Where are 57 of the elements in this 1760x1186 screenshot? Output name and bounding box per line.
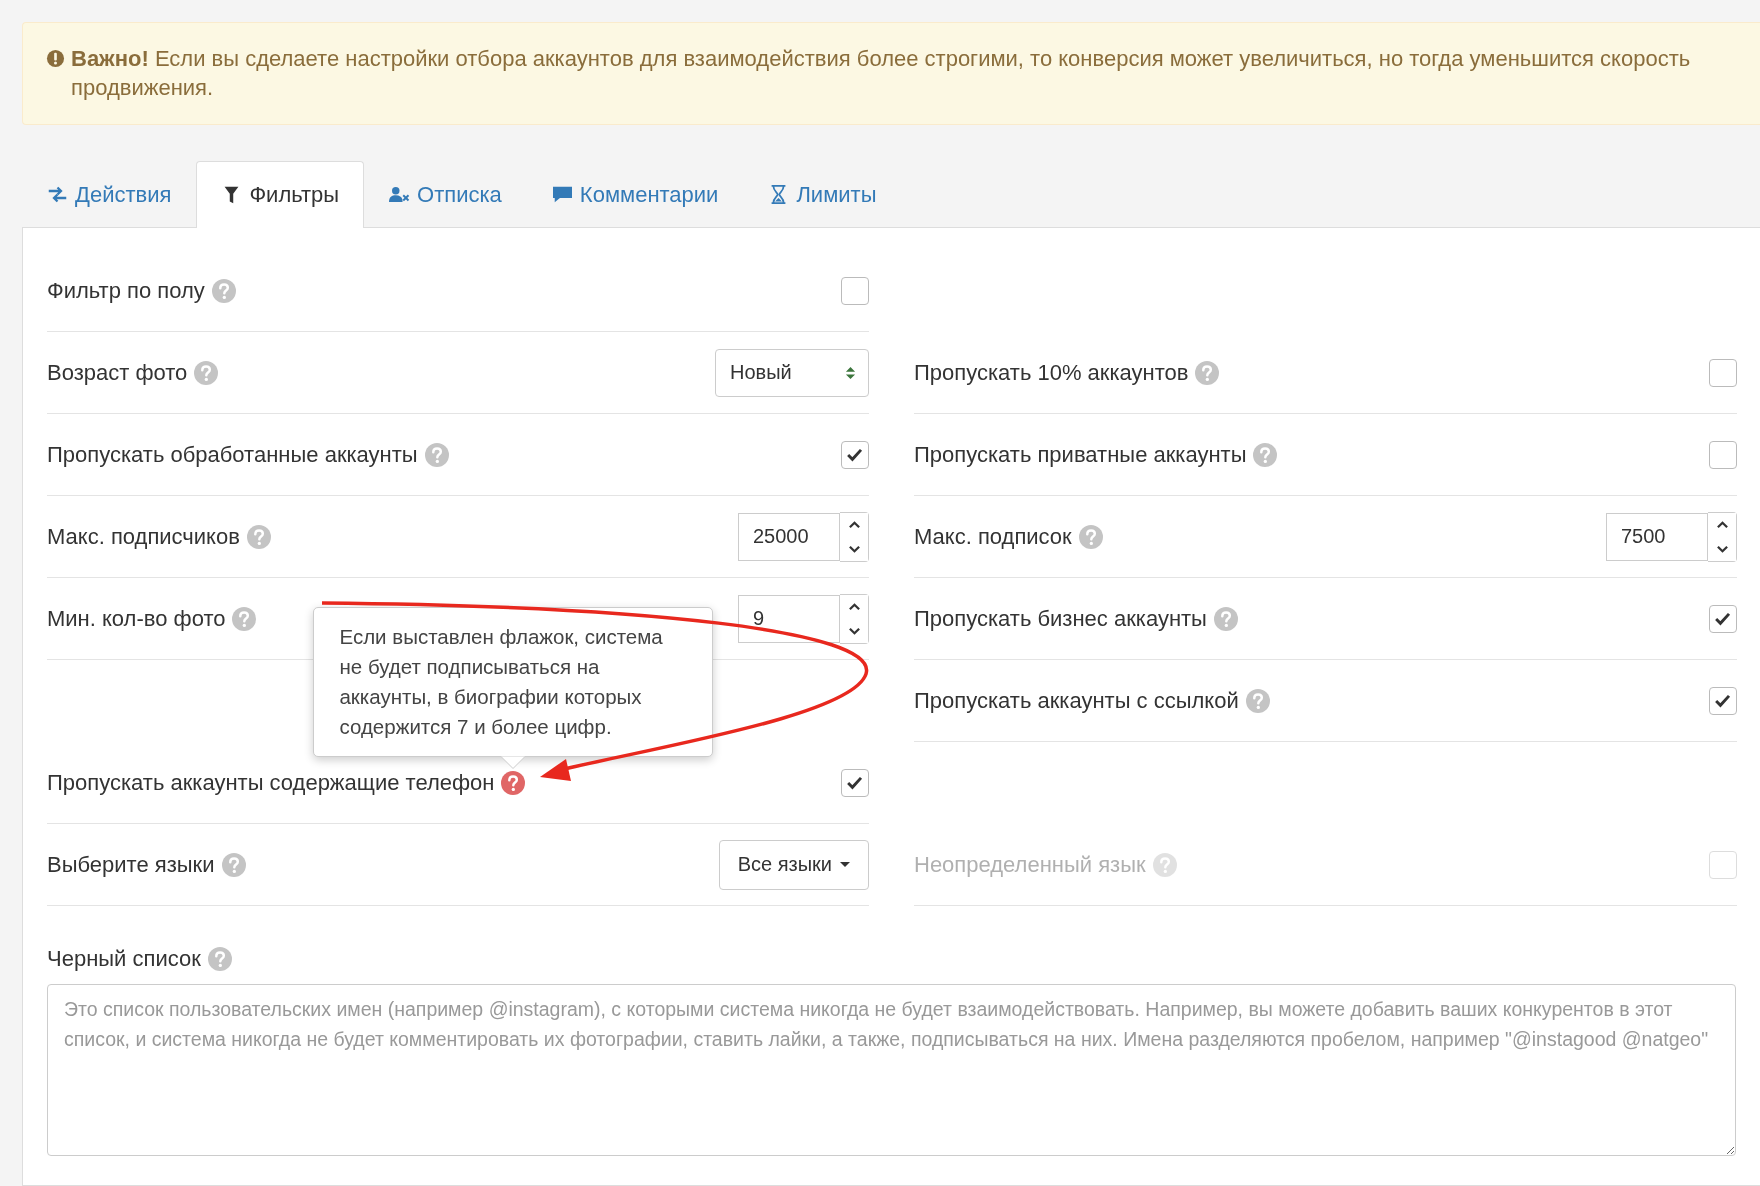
checkbox[interactable] (1709, 604, 1737, 633)
blacklist-field[interactable]: Это список пользовательских имен (например @instagram), с которыми система никогда не будет взаимодействовать. Например, вы можете добавить ваших конкурентов в этот список, и система никогда не будет комментировать их фотографии, ставить лайки, а также, подписываться на них. Имена разделяются пробелом, например "@instagood @natgeo" (47, 984, 1736, 1156)
help-icon[interactable] (424, 442, 449, 467)
chevron-up-icon (846, 518, 862, 531)
dropdown-button[interactable]: Все языки (718, 839, 869, 890)
number-field[interactable]: 25000 (738, 512, 840, 561)
number-field[interactable]: 9 (738, 594, 840, 643)
help-icon[interactable] (232, 606, 257, 631)
select-field[interactable]: Новый (715, 348, 869, 397)
checkbox[interactable] (1709, 686, 1737, 715)
exchange-icon (47, 185, 68, 204)
alert-message: Важно! Если вы сделаете настройки отбора аккаунтов для взаимодействия более строгими, то конверсия может увеличиться, но тогда уменьшится скорость продвижения. (71, 45, 1692, 102)
help-icon[interactable] (246, 524, 271, 549)
field-label: Черный список (47, 946, 201, 972)
tab[interactable]: Действия (22, 161, 197, 227)
tab[interactable]: Отписка (364, 161, 527, 227)
checkbox[interactable] (841, 768, 869, 797)
tab[interactable]: Лимиты (743, 161, 902, 227)
speech-bubble-icon (551, 185, 573, 204)
help-icon[interactable] (194, 360, 219, 385)
field-label: Фильтр по полу (47, 277, 205, 304)
help-icon[interactable] (1195, 360, 1220, 385)
help-icon[interactable] (1078, 524, 1103, 549)
field-label: Мин. кол-во фото (47, 605, 226, 632)
field-label: Пропускать аккаунты содержащие телефон (47, 769, 495, 796)
field-label: Неопределенный язык (914, 851, 1146, 878)
help-icon[interactable] (1213, 606, 1238, 631)
help-icon[interactable] (221, 852, 246, 877)
checkbox[interactable] (1709, 440, 1737, 469)
field-label: Возраст фото (47, 359, 188, 386)
sort-arrows-icon (845, 365, 856, 380)
warning-icon (46, 49, 65, 68)
checkbox[interactable] (841, 276, 869, 305)
help-icon[interactable] (1245, 688, 1270, 713)
tooltip: Если выставлен флажок, система не будет подписываться на аккаунты, в биографии которых содержится 7 и более цифр. (313, 606, 714, 757)
chevron-up-icon (846, 600, 862, 613)
help-icon[interactable] (501, 770, 526, 795)
chevron-up-icon (1714, 518, 1730, 531)
help-icon[interactable] (207, 947, 232, 971)
field-label: Макс. подписок (914, 523, 1072, 550)
field-label: Пропускать 10% аккаунтов (914, 359, 1189, 386)
caret-icon (840, 862, 850, 867)
field-label: Пропускать приватные аккаунты (914, 441, 1247, 468)
checkbox[interactable] (1709, 358, 1737, 387)
field-label: Пропускать бизнес аккаунты (914, 605, 1207, 632)
number-field[interactable]: 7500 (1606, 512, 1708, 561)
tab[interactable]: Комментарии (526, 161, 744, 227)
checkbox[interactable] (841, 440, 869, 469)
field-label: Макс. подписчиков (47, 523, 240, 550)
field-label: Выберите языки (47, 851, 215, 878)
tooltip-pointer (501, 755, 526, 770)
field-label: Пропускать аккаунты с ссылкой (914, 687, 1239, 714)
user-remove-icon (389, 185, 411, 204)
field-label: Пропускать обработанные аккаунты (47, 441, 418, 468)
help-icon[interactable] (211, 278, 236, 303)
help-icon[interactable] (1253, 442, 1278, 467)
tab[interactable]: Фильтры (196, 161, 365, 228)
